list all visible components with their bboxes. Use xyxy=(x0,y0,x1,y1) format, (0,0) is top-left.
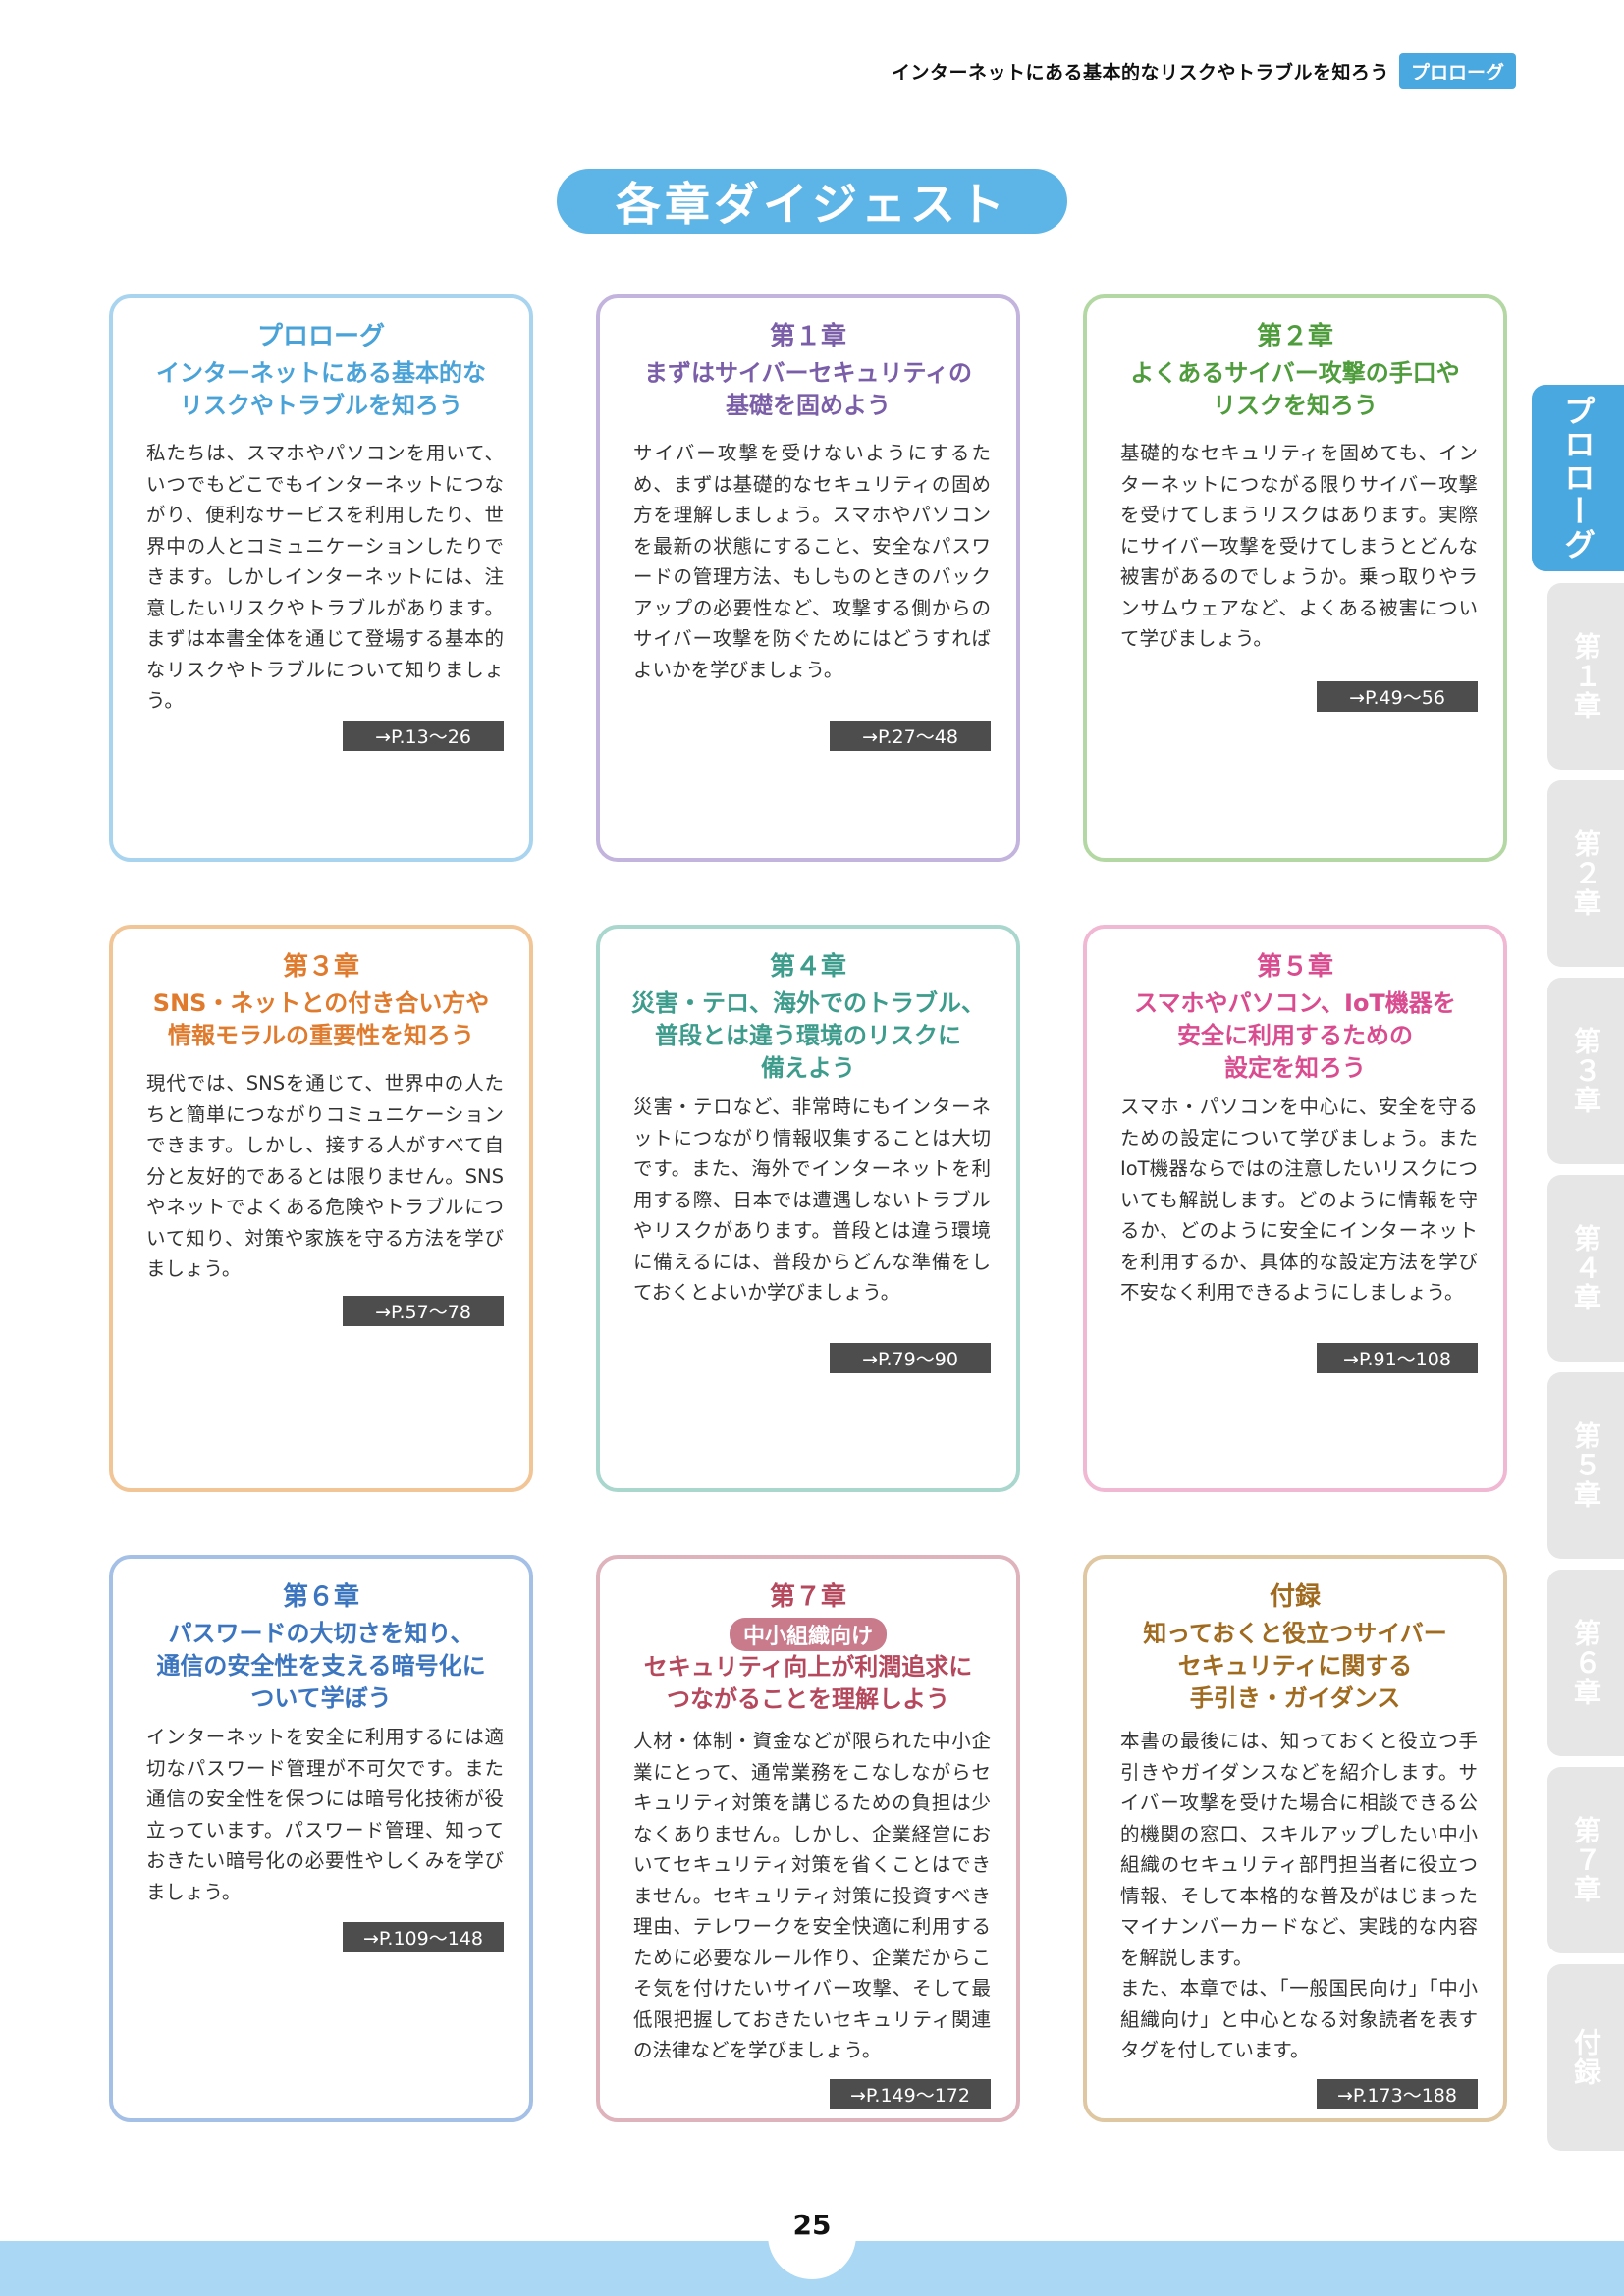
side-tab-label: 第６章 xyxy=(1570,1619,1602,1707)
card-heading: まずはサイバーセキュリティの 基礎を固めよう xyxy=(643,359,973,419)
audience-tag: 中小組織向け xyxy=(600,1618,1016,1651)
card-body: サイバー攻撃を受けないようにするため、まずは基礎的なセキュリティの固め方を理解し… xyxy=(633,442,991,681)
card-heading: パスワードの大切さを知り、 通信の安全性を支える暗号化に ついて学ぼう xyxy=(156,1620,486,1712)
side-tab-chapter-7[interactable]: 第７章 xyxy=(1547,1767,1624,1953)
side-tab-chapter-3[interactable]: 第３章 xyxy=(1547,978,1624,1164)
side-tab-label: 第７章 xyxy=(1570,1816,1602,1904)
side-tab-label: 付録 xyxy=(1570,2028,1602,2087)
running-header: インターネットにある基本的なリスクやトラブルを知ろう プロローグ xyxy=(892,53,1516,89)
card-body: 私たちは、スマホやパソコンを用いて、いつでもどこでもインターネットにつながり、便… xyxy=(146,442,504,712)
running-header-tag: プロローグ xyxy=(1398,53,1516,89)
card-chapter-label: 付録 xyxy=(1269,1582,1321,1612)
card-chapter-label: 第１章 xyxy=(769,322,846,351)
card-page-range[interactable]: →P.57〜78 xyxy=(343,1296,504,1326)
card-page-range[interactable]: →P.79〜90 xyxy=(830,1343,991,1373)
card-heading: スマホやパソコン、IoT機器を 安全に利用するための 設定を知ろう xyxy=(1134,989,1456,1082)
card-heading: 知っておくと役立つサイバー セキュリティに関する 手引き・ガイダンス xyxy=(1143,1620,1447,1712)
side-tab-appendix[interactable]: 付録 xyxy=(1547,1964,1624,2151)
side-tab-label: 第３章 xyxy=(1570,1027,1602,1115)
side-tab-chapter-4[interactable]: 第４章 xyxy=(1547,1175,1624,1362)
card-heading: インターネットにある基本的な リスクやトラブルを知ろう xyxy=(156,359,486,419)
card-heading: セキュリティ向上が利潤追求に つながることを理解しよう xyxy=(643,1653,973,1713)
side-tab-label: 第４章 xyxy=(1570,1224,1602,1312)
chapter-card-2[interactable]: 第２章 よくあるサイバー攻撃の手口や リスクを知ろう 基礎的なセキュリティを固め… xyxy=(1083,294,1507,862)
side-tab-label: 第１章 xyxy=(1570,632,1602,721)
card-heading: よくあるサイバー攻撃の手口や リスクを知ろう xyxy=(1130,359,1460,419)
card-body: 基礎的なセキュリティを固めても、インターネットにつながる限りサイバー攻撃を受けて… xyxy=(1120,442,1478,650)
card-page-range[interactable]: →P.13〜26 xyxy=(343,721,504,751)
card-chapter-label: 第７章 xyxy=(769,1582,846,1612)
side-tab-label: プロローグ xyxy=(1559,395,1597,561)
card-chapter-label: 第６章 xyxy=(282,1582,359,1612)
chapter-card-appendix[interactable]: 付録 知っておくと役立つサイバー セキュリティに関する 手引き・ガイダンス 本書… xyxy=(1083,1555,1507,2122)
card-chapter-label: 第４章 xyxy=(769,952,846,982)
card-body: 本書の最後には、知っておくと役立つ手引きやガイダンスなどを紹介します。サイバー攻… xyxy=(1120,1730,1478,2061)
card-page-range[interactable]: →P.173〜188 xyxy=(1317,2079,1478,2109)
card-page-range[interactable]: →P.49〜56 xyxy=(1317,681,1478,712)
card-body: 災害・テロなど、非常時にもインターネットにつながり情報収集することは大切です。ま… xyxy=(633,1095,991,1304)
chapter-card-3[interactable]: 第３章 SNS・ネットとの付き合い方や 情報モラルの重要性を知ろう 現代では、S… xyxy=(109,925,533,1492)
card-chapter-label: プロローグ xyxy=(256,322,385,351)
card-body: 人材・体制・資金などが限られた中小企業にとって、通常業務をこなしながらセキュリテ… xyxy=(633,1730,991,2061)
side-tab-chapter-5[interactable]: 第５章 xyxy=(1547,1372,1624,1559)
audience-tag-label: 中小組織向け xyxy=(729,1618,887,1651)
side-tab-label: 第５章 xyxy=(1570,1421,1602,1510)
page-number: 25 xyxy=(792,2209,832,2241)
side-tab-label: 第２章 xyxy=(1570,829,1602,918)
card-body: スマホ・パソコンを中心に、安全を守るための設定について学びましょう。またIoT機… xyxy=(1120,1095,1478,1304)
running-header-title: インターネットにある基本的なリスクやトラブルを知ろう xyxy=(891,62,1389,83)
card-page-range[interactable]: →P.149〜172 xyxy=(830,2079,991,2109)
card-body: 現代では、SNSを通じて、世界中の人たちと簡単につながりコミュニケーションできま… xyxy=(146,1072,504,1280)
card-page-range[interactable]: →P.91〜108 xyxy=(1317,1343,1478,1373)
chapter-card-4[interactable]: 第４章 災害・テロ、海外でのトラブル、 普段とは違う環境のリスクに 備えよう 災… xyxy=(596,925,1020,1492)
chapter-card-1[interactable]: 第１章 まずはサイバーセキュリティの 基礎を固めよう サイバー攻撃を受けないよう… xyxy=(596,294,1020,862)
side-tab-chapter-2[interactable]: 第２章 xyxy=(1547,780,1624,967)
chapter-card-5[interactable]: 第５章 スマホやパソコン、IoT機器を 安全に利用するための 設定を知ろう スマ… xyxy=(1083,925,1507,1492)
side-tab-chapter-1[interactable]: 第１章 xyxy=(1547,583,1624,770)
side-tab-chapter-6[interactable]: 第６章 xyxy=(1547,1570,1624,1756)
side-tab-prologue[interactable]: プロローグ xyxy=(1532,385,1624,571)
chapter-card-7[interactable]: 第７章 中小組織向け セキュリティ向上が利潤追求に つながることを理解しよう 人… xyxy=(596,1555,1020,2122)
card-chapter-label: 第３章 xyxy=(282,952,359,982)
card-body: インターネットを安全に利用するには適切なパスワード管理が不可欠です。また通信の安… xyxy=(146,1726,504,1903)
chapter-card-6[interactable]: 第６章 パスワードの大切さを知り、 通信の安全性を支える暗号化に ついて学ぼう … xyxy=(109,1555,533,2122)
card-heading: 災害・テロ、海外でのトラブル、 普段とは違う環境のリスクに 備えよう xyxy=(631,989,985,1082)
card-chapter-label: 第５章 xyxy=(1256,952,1333,982)
card-chapter-label: 第２章 xyxy=(1256,322,1333,351)
chapter-card-prologue[interactable]: プロローグ インターネットにある基本的な リスクやトラブルを知ろう 私たちは、ス… xyxy=(109,294,533,862)
card-page-range[interactable]: →P.27〜48 xyxy=(830,721,991,751)
page-title: 各章ダイジェスト xyxy=(557,169,1067,234)
card-heading: SNS・ネットとの付き合い方や 情報モラルの重要性を知ろう xyxy=(152,989,490,1049)
card-page-range[interactable]: →P.109〜148 xyxy=(343,1922,504,1952)
